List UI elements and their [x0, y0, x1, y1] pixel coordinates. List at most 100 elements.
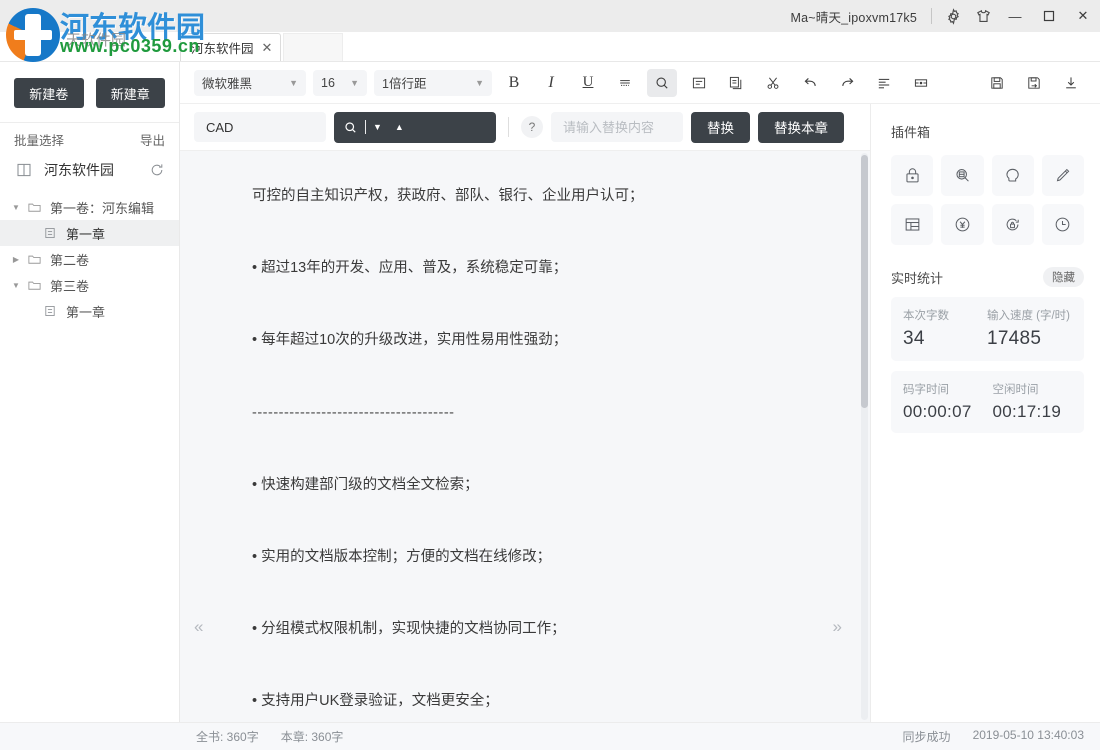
pencil-icon[interactable]: [1042, 155, 1084, 196]
plugin-grid: [891, 155, 1084, 245]
scissors-icon[interactable]: [758, 69, 788, 97]
line-spacing-select[interactable]: 1倍行距 ▼: [374, 70, 492, 96]
refresh-icon[interactable]: [149, 162, 165, 178]
tab-document[interactable]: 河东软件园 ✕: [180, 33, 281, 61]
paragraph-icon[interactable]: [684, 69, 714, 97]
editor-toolbar: 微软雅黑 ▼ 16 ▼ 1倍行距 ▼ B I U: [180, 62, 1100, 104]
shirt-icon[interactable]: [968, 0, 998, 32]
collapse-right-icon[interactable]: »: [833, 617, 842, 637]
document-page[interactable]: 可控的自主知识产权，获政府、部队、银行、企业用户认可； • 超过13年的开发、应…: [180, 151, 860, 722]
chapter-icon: [40, 304, 60, 318]
stat-typing-speed: 输入速度 (字/时) 17485: [987, 307, 1072, 350]
book-name: 河东软件园: [44, 160, 139, 180]
export-button[interactable]: 导出: [140, 130, 165, 149]
search-icon[interactable]: [343, 120, 358, 135]
tree-label: 第一章: [60, 224, 105, 243]
table-icon[interactable]: [891, 204, 933, 245]
replace-chapter-button[interactable]: 替换本章: [758, 112, 844, 143]
book-row[interactable]: 河东软件园: [0, 148, 179, 192]
bold-label: B: [509, 74, 520, 92]
underline-label: U: [583, 74, 594, 91]
status-right: 同步成功 2019-05-10 13:40:03: [903, 728, 1084, 745]
find-prev-icon[interactable]: ▲: [395, 122, 404, 132]
insert-box-icon[interactable]: [906, 69, 936, 97]
new-volume-button[interactable]: 新建卷: [14, 78, 84, 108]
replace-input[interactable]: [551, 112, 683, 142]
strikethrough-icon[interactable]: [610, 69, 640, 97]
gear-icon[interactable]: [938, 0, 968, 32]
tree-label: 第二卷: [44, 250, 89, 269]
underline-button[interactable]: U: [573, 69, 603, 97]
download-icon[interactable]: [1056, 69, 1086, 97]
search-icon[interactable]: [647, 69, 677, 97]
yuan-circle-icon[interactable]: [941, 204, 983, 245]
tab-label: 河东软件园: [191, 38, 254, 57]
italic-label: I: [548, 74, 553, 92]
tree-row-chapter-1-1[interactable]: 第一章: [0, 220, 179, 246]
italic-button[interactable]: I: [536, 69, 566, 97]
document-line: • 实用的文档版本控制；方便的文档在线修改；: [252, 546, 808, 569]
close-button[interactable]: ✕: [1066, 0, 1100, 32]
save-as-icon[interactable]: [1019, 69, 1049, 97]
help-button[interactable]: ?: [521, 116, 543, 138]
editor-scrollbar[interactable]: [861, 153, 868, 720]
title-divider: [931, 8, 932, 24]
lock-refresh-icon[interactable]: [992, 204, 1034, 245]
hide-stats-button[interactable]: 隐藏: [1043, 267, 1084, 287]
align-left-icon[interactable]: [869, 69, 899, 97]
tab-empty-slot: [283, 33, 343, 61]
head-icon[interactable]: [992, 155, 1034, 196]
redo-icon[interactable]: [832, 69, 862, 97]
stat-idle-time: 空闲时间 00:17:19: [993, 381, 1073, 422]
font-size-select[interactable]: 16 ▼: [313, 70, 367, 96]
chevron-down-icon: ▼: [350, 78, 359, 88]
stat-typing-time: 码字时间 00:00:07: [903, 381, 983, 422]
folder-icon: [24, 200, 44, 215]
font-family-select[interactable]: 微软雅黑 ▼: [194, 70, 306, 96]
read-search-icon[interactable]: [941, 155, 983, 196]
save-icon[interactable]: [982, 69, 1012, 97]
font-size-value: 16: [321, 76, 335, 90]
sidebar-subactions: 批量选择 导出: [0, 122, 179, 148]
copy-icon[interactable]: [721, 69, 751, 97]
document-line: • 快速构建部门级的文档全文检索；: [252, 474, 808, 497]
replace-button[interactable]: 替换: [691, 112, 750, 143]
search-input[interactable]: [194, 112, 326, 142]
bold-button[interactable]: B: [499, 69, 529, 97]
document-editor[interactable]: 可控的自主知识产权，获政府、部队、银行、企业用户认可； • 超过13年的开发、应…: [180, 151, 870, 722]
clock-icon[interactable]: [1042, 204, 1084, 245]
document-line: • 超过13年的开发、应用、普及，系统稳定可靠；: [252, 257, 808, 280]
scrollbar-thumb[interactable]: [861, 155, 868, 408]
find-replace-bar: ▼ ▲ ? 替换 替换本章: [180, 104, 870, 151]
new-chapter-button[interactable]: 新建章: [96, 78, 166, 108]
find-controls[interactable]: ▼ ▲: [334, 112, 496, 143]
folder-icon: [24, 278, 44, 293]
tree-row-volume-3[interactable]: ▼ 第三卷: [0, 272, 179, 298]
chevron-down-icon[interactable]: ▼: [8, 281, 24, 290]
undo-icon[interactable]: [795, 69, 825, 97]
chevron-right-icon[interactable]: ▶: [8, 255, 24, 264]
tree-row-volume-1[interactable]: ▼ 第一卷：河东编辑: [0, 194, 179, 220]
lock-icon[interactable]: [891, 155, 933, 196]
stats-title: 实时统计: [891, 268, 943, 287]
stats-header: 实时统计 隐藏: [891, 267, 1084, 287]
chevron-down-icon[interactable]: ▼: [8, 203, 24, 212]
text-cursor: [365, 120, 366, 134]
find-next-icon[interactable]: ▼: [373, 122, 382, 132]
sidebar: 新建卷 新建章 批量选择 导出 河东软件园 ▼: [0, 62, 180, 722]
tree-row-volume-2[interactable]: ▶ 第二卷: [0, 246, 179, 272]
collapse-left-icon[interactable]: «: [194, 617, 203, 637]
maximize-button[interactable]: [1032, 0, 1066, 32]
document-line: --------------------------------------: [252, 402, 808, 425]
tree-row-chapter-3-1[interactable]: 第一章: [0, 298, 179, 324]
stats-card-words: 本次字数 34 输入速度 (字/时) 17485: [891, 297, 1084, 361]
line-spacing-value: 1倍行距: [382, 73, 426, 92]
search-divider: [508, 117, 509, 137]
stat-label: 输入速度 (字/时): [987, 307, 1072, 323]
minimize-button[interactable]: —: [998, 0, 1032, 32]
document-line: • 支持用户UK登录验证，文档更安全；: [252, 690, 808, 713]
chevron-down-icon: ▼: [289, 78, 298, 88]
batch-select-button[interactable]: 批量选择: [14, 130, 64, 149]
tab-close-icon[interactable]: ✕: [262, 41, 273, 54]
sidebar-actions: 新建卷 新建章: [0, 62, 179, 126]
